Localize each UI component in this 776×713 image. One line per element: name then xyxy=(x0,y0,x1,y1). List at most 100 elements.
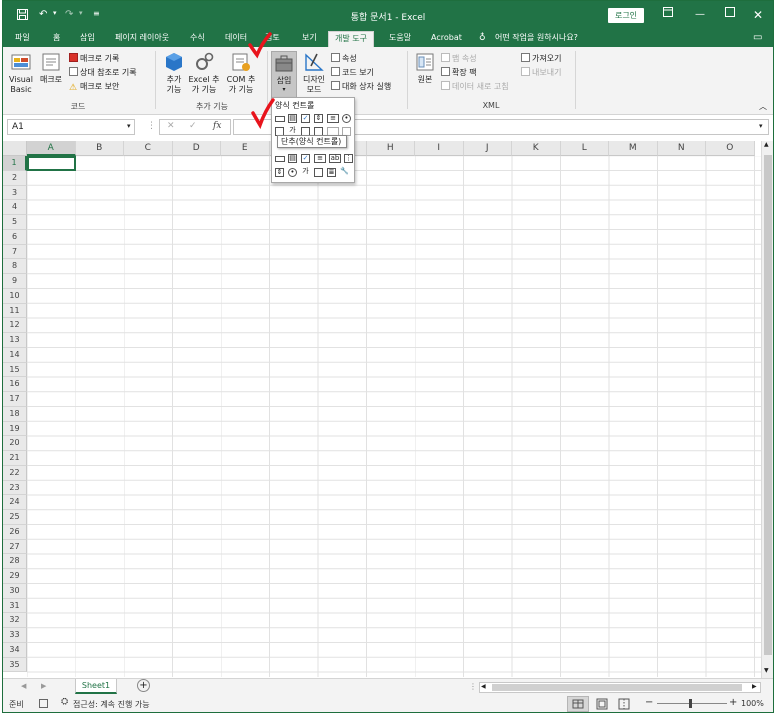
row-header[interactable]: 35 xyxy=(3,657,27,673)
tab-page-layout[interactable]: 페이지 레이아웃 xyxy=(115,31,169,47)
tab-developer[interactable]: 개발 도구 xyxy=(328,31,374,47)
worksheet-grid[interactable]: ABCDEFGHIJKLMNO 123456789101112131415161… xyxy=(3,141,761,677)
zoom-out-icon[interactable]: − xyxy=(645,697,653,708)
scroll-right-icon[interactable]: ▶ xyxy=(752,683,757,690)
column-header[interactable]: K xyxy=(512,141,561,156)
tab-insert[interactable]: 삽입 xyxy=(80,31,95,47)
collapse-ribbon-icon[interactable]: ︿ xyxy=(759,101,767,112)
tab-file[interactable]: 파일 xyxy=(15,31,30,47)
prev-sheet-icon[interactable]: ◀ xyxy=(21,682,26,690)
add-sheet-icon[interactable]: + xyxy=(137,679,150,692)
visual-basic-button[interactable]: Visual Basic xyxy=(9,51,33,95)
button-control-icon[interactable] xyxy=(275,116,285,122)
row-header[interactable]: 20 xyxy=(3,436,27,451)
activex-button-icon[interactable] xyxy=(275,156,285,162)
column-header[interactable]: N xyxy=(657,141,706,156)
row-header[interactable]: 15 xyxy=(3,362,27,378)
expand-formula-icon[interactable]: ▾ xyxy=(759,122,763,130)
namebox-dropdown-icon[interactable]: ▾ xyxy=(127,122,131,130)
row-header[interactable]: 18 xyxy=(3,406,27,422)
row-header[interactable]: 21 xyxy=(3,451,27,466)
addins-button[interactable]: 추가 기능 xyxy=(161,51,187,95)
page-break-view-icon[interactable] xyxy=(617,698,631,710)
scroll-down-icon[interactable]: ▼ xyxy=(764,667,769,674)
row-header[interactable]: 4 xyxy=(3,200,27,215)
column-header[interactable]: M xyxy=(609,141,658,156)
row-header[interactable]: 30 xyxy=(3,583,27,599)
column-header[interactable]: J xyxy=(463,141,512,156)
column-header[interactable]: I xyxy=(415,141,464,156)
column-header[interactable]: E xyxy=(221,141,270,156)
sheet-tab[interactable]: Sheet1 xyxy=(75,679,117,694)
xml-source-button[interactable]: 원본 xyxy=(413,51,437,85)
row-header[interactable]: 31 xyxy=(3,598,27,614)
checkbox-icon[interactable]: ✓ xyxy=(301,114,310,123)
refresh-data-button[interactable]: 데이터 새로 고침 xyxy=(441,81,509,92)
row-header[interactable]: 16 xyxy=(3,377,27,392)
vertical-scroll-thumb[interactable] xyxy=(764,155,772,655)
zoom-level[interactable]: 100% xyxy=(741,699,764,708)
tab-home[interactable]: 홈 xyxy=(53,31,60,47)
design-mode-button[interactable]: 디자인 모드 xyxy=(300,51,328,95)
login-button[interactable]: 로그인 xyxy=(608,8,644,23)
tell-me-search[interactable]: 어떤 작업을 원하시나요? xyxy=(495,31,578,47)
column-header[interactable]: D xyxy=(172,141,221,156)
record-macro-button[interactable]: 매크로 기록 xyxy=(69,53,119,64)
activex-checkbox-icon[interactable]: ✓ xyxy=(301,154,310,163)
row-header[interactable]: 34 xyxy=(3,642,27,658)
horizontal-scroll-thumb[interactable] xyxy=(492,684,742,691)
zoom-slider[interactable] xyxy=(657,703,727,704)
close-icon[interactable]: ✕ xyxy=(743,5,773,25)
enter-icon[interactable]: ✓ xyxy=(189,121,197,131)
row-header[interactable]: 29 xyxy=(3,569,27,584)
run-dialog-button[interactable]: 대화 상자 실행 xyxy=(331,81,391,92)
row-header[interactable]: 12 xyxy=(3,318,27,333)
horizontal-scrollbar[interactable]: ◀ ▶ xyxy=(479,682,761,693)
zoom-slider-thumb[interactable] xyxy=(689,699,692,708)
macro-record-status-icon[interactable] xyxy=(39,699,48,708)
row-header[interactable]: 1 xyxy=(3,156,27,171)
row-header[interactable]: 5 xyxy=(3,215,27,230)
accessibility-status[interactable]: 접근성: 계속 진행 가능 xyxy=(73,699,150,710)
list-box-icon[interactable]: ≡ xyxy=(327,114,339,123)
row-header[interactable]: 25 xyxy=(3,510,27,525)
more-controls-icon[interactable]: 🔧 xyxy=(340,168,349,177)
row-header[interactable]: 27 xyxy=(3,539,27,555)
comments-icon[interactable]: ▭ xyxy=(753,31,762,47)
column-header[interactable]: O xyxy=(706,141,755,156)
tab-splitter-icon[interactable]: ⋮ xyxy=(469,682,477,691)
column-header[interactable]: H xyxy=(366,141,415,156)
activex-textbox-icon[interactable]: ab xyxy=(329,154,341,163)
row-header[interactable]: 2 xyxy=(3,170,27,186)
option-button-icon[interactable]: • xyxy=(342,114,351,123)
properties-button[interactable]: 속성 xyxy=(331,53,357,64)
relative-reference-button[interactable]: 상대 참조로 기록 xyxy=(69,67,137,78)
zoom-in-icon[interactable]: + xyxy=(729,697,737,708)
macro-security-button[interactable]: ⚠ 매크로 보안 xyxy=(69,81,119,93)
row-header[interactable]: 19 xyxy=(3,421,27,437)
row-header[interactable]: 32 xyxy=(3,613,27,628)
map-properties-button[interactable]: 맵 속성 xyxy=(441,53,477,64)
row-header[interactable]: 11 xyxy=(3,303,27,319)
column-header[interactable]: L xyxy=(560,141,609,156)
vertical-scrollbar[interactable]: ▲ ▼ xyxy=(761,141,773,678)
cells-area[interactable] xyxy=(27,156,761,677)
insert-function-icon[interactable]: fx xyxy=(213,121,221,131)
name-box[interactable]: A1 xyxy=(7,119,135,135)
column-header[interactable]: B xyxy=(75,141,124,156)
page-layout-view-icon[interactable] xyxy=(595,698,609,710)
macro-button[interactable]: 매크로 xyxy=(37,51,65,85)
minimize-icon[interactable]: — xyxy=(685,5,715,25)
scroll-up-icon[interactable]: ▲ xyxy=(764,141,769,148)
activex-scrollbar-icon[interactable]: ⋮ xyxy=(344,154,353,163)
row-header[interactable]: 7 xyxy=(3,244,27,260)
activex-label-icon[interactable]: 가 xyxy=(301,168,310,177)
activex-combo-icon[interactable]: ▤ xyxy=(288,154,297,163)
activex-option-icon[interactable]: • xyxy=(288,168,297,177)
tab-acrobat[interactable]: Acrobat xyxy=(431,31,462,47)
combo-box-icon[interactable]: ▤ xyxy=(288,114,297,123)
row-header[interactable]: 14 xyxy=(3,347,27,363)
row-header[interactable]: 24 xyxy=(3,495,27,510)
row-header[interactable]: 28 xyxy=(3,554,27,569)
tab-formulas[interactable]: 수식 xyxy=(190,31,205,47)
